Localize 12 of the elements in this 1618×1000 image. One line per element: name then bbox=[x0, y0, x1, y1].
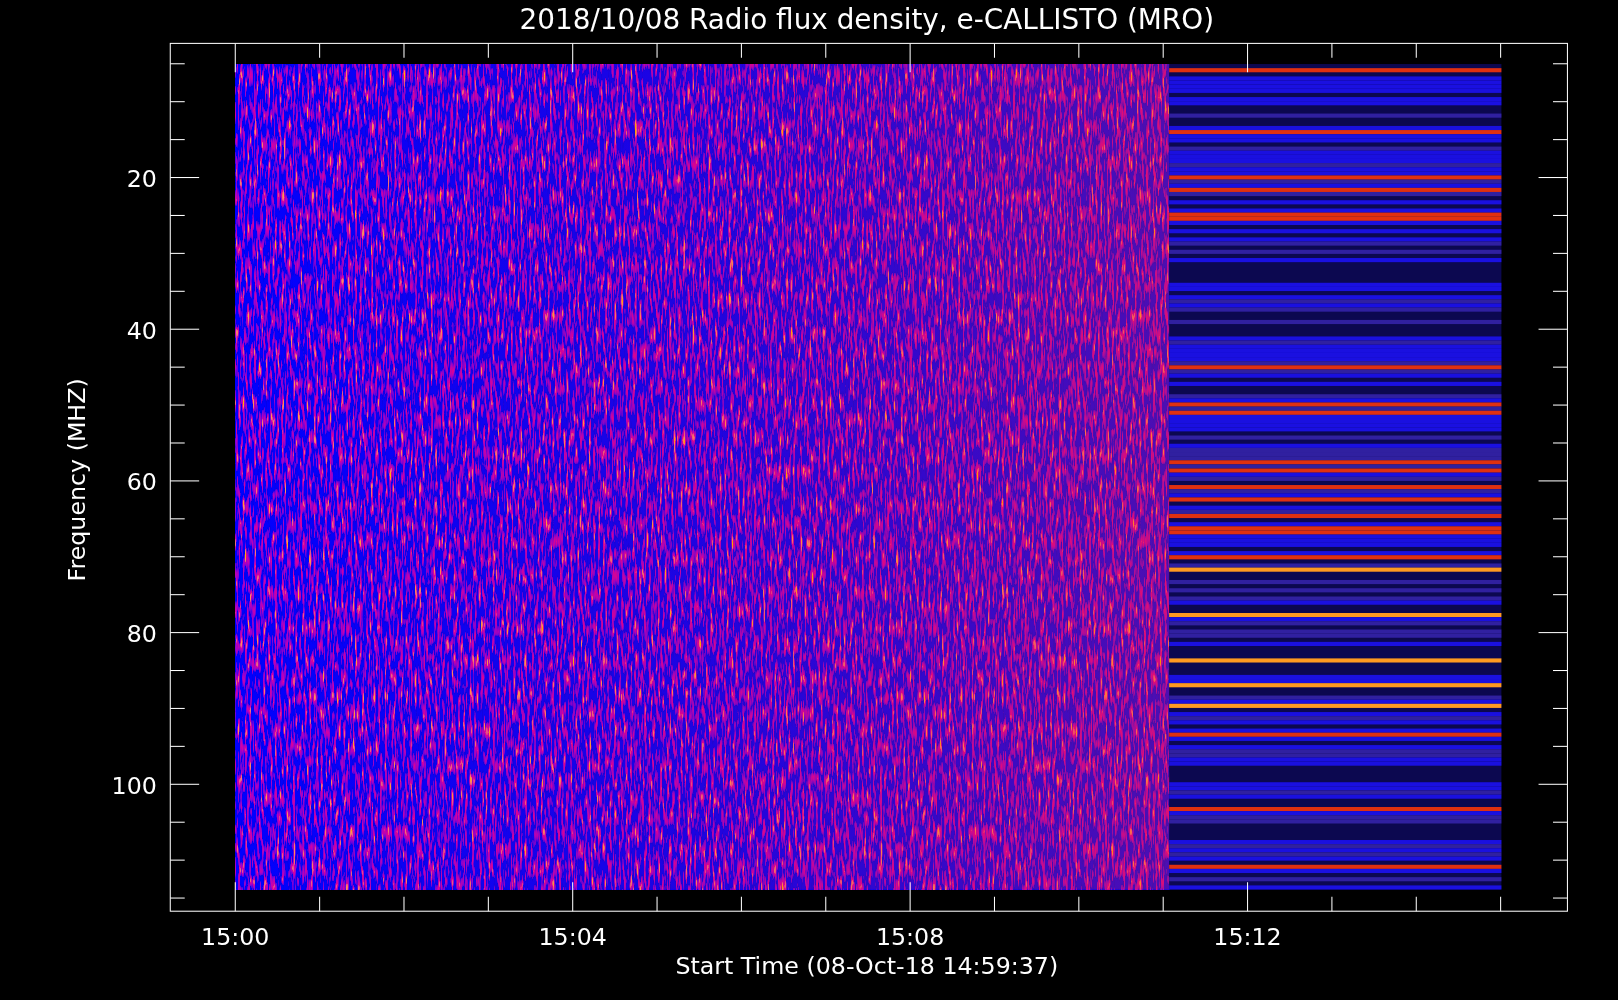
y-tick-label: 100 bbox=[111, 771, 157, 800]
y-tick-label: 80 bbox=[126, 619, 157, 648]
y-axis-label: Frequency (MHZ) bbox=[62, 378, 91, 582]
x-tick-label: 15:00 bbox=[201, 923, 270, 952]
y-tick-label: 20 bbox=[126, 164, 157, 193]
y-tick-label: 40 bbox=[126, 316, 157, 345]
x-tick-label: 15:04 bbox=[538, 923, 607, 952]
x-tick-label: 15:08 bbox=[875, 923, 945, 952]
chart-title: 2018/10/08 Radio flux density, e-CALLISTO (MRO) bbox=[519, 2, 1215, 36]
x-axis-label: Start Time (08-Oct-18 14:59:37) bbox=[675, 952, 1059, 981]
y-tick-label: 60 bbox=[126, 468, 157, 497]
x-tick-label: 15:12 bbox=[1213, 923, 1282, 952]
